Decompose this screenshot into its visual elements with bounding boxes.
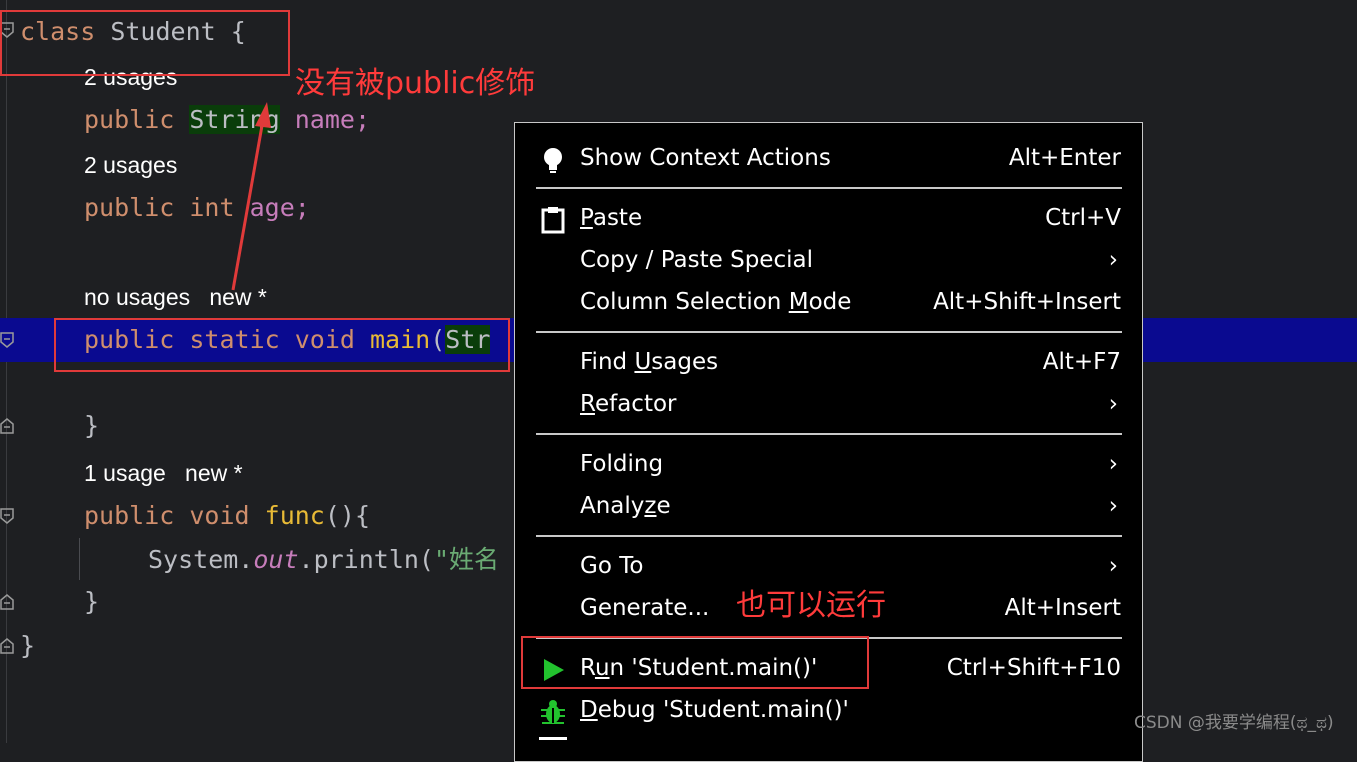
menu-item-find-usages[interactable]: Find Usages Alt+F7 [515, 343, 1142, 385]
menu-item-shortcut: Alt+Shift+Insert [933, 289, 1121, 315]
method-name: func [264, 501, 325, 530]
keyword: public [84, 193, 175, 222]
indent-guide [79, 538, 80, 580]
fold-end-icon[interactable] [0, 594, 14, 610]
annotation-box-run [521, 636, 869, 689]
code-line-close-main[interactable]: } [84, 404, 99, 448]
fold-marker-icon[interactable] [0, 508, 14, 524]
lightbulb-icon [539, 146, 567, 174]
menu-item-label: Copy / Paste Special [580, 247, 813, 273]
debug-bug-icon [539, 698, 567, 726]
menu-separator [536, 187, 1122, 189]
menu-item-shortcut: Ctrl+Shift+F10 [946, 655, 1121, 681]
menu-separator [536, 433, 1122, 435]
annotation-arrow [231, 102, 271, 291]
keyword: public void [84, 501, 250, 530]
string-literal: "姓名 [433, 545, 500, 574]
menu-item-label: Go To [580, 553, 644, 579]
menu-item-label: Debug 'Student.main()' [580, 697, 849, 723]
watermark: CSDN @我要学编程(ಥ_ಥ) [1134, 713, 1334, 733]
menu-item-label: Find Usages [580, 349, 719, 375]
menu-item-shortcut: Alt+Enter [1008, 145, 1121, 171]
menu-item-shortcut: Ctrl+V [1045, 205, 1121, 231]
menu-separator [536, 535, 1122, 537]
submenu-chevron-icon: › [1108, 247, 1118, 273]
code-line-func[interactable]: public void func(){ [84, 494, 370, 538]
paren: (){ [324, 501, 371, 530]
menu-item-label: Refactor [580, 391, 677, 417]
usages-hint[interactable]: 2 usages [84, 150, 177, 180]
code-text: .println( [298, 545, 434, 574]
menu-item-folding[interactable]: Folding › [515, 445, 1142, 487]
fold-end-icon[interactable] [0, 418, 14, 434]
menu-item-column-selection-mode[interactable]: Column Selection Mode Alt+Shift+Insert [515, 283, 1142, 325]
menu-item-label: Folding [580, 451, 664, 477]
fold-end-icon[interactable] [0, 638, 14, 654]
fold-marker-icon[interactable] [0, 332, 14, 348]
submenu-chevron-icon: › [1108, 391, 1118, 417]
code-text: System. [148, 545, 254, 574]
usages-text: no usages [84, 284, 191, 310]
menu-item-copy-paste-special[interactable]: Copy / Paste Special › [515, 241, 1142, 283]
annotation-note-public: 没有被public修饰 [295, 66, 536, 101]
author-hint: new * [185, 460, 243, 486]
submenu-chevron-icon: › [1108, 493, 1118, 519]
menu-item-debug-main[interactable]: Debug 'Student.main()' [515, 691, 1142, 733]
code-line-println[interactable]: System.out.println("姓名 [148, 538, 499, 582]
annotation-box-class [0, 10, 290, 76]
menu-item-shortcut: Alt+Insert [1004, 595, 1121, 621]
menu-next-item-icon [539, 737, 567, 750]
menu-item-label: Column Selection Mode [580, 289, 852, 315]
menu-item-refactor[interactable]: Refactor › [515, 385, 1142, 427]
menu-item-analyze[interactable]: Analyze › [515, 487, 1142, 529]
code-line-field-age[interactable]: public int age; [84, 186, 310, 230]
menu-item-paste[interactable]: Paste Ctrl+V [515, 199, 1142, 241]
menu-item-shortcut: Alt+F7 [1042, 349, 1121, 375]
menu-item-show-context-actions[interactable]: Show Context Actions Alt+Enter [515, 139, 1142, 181]
code-line-close-func[interactable]: } [84, 580, 99, 624]
menu-item-label: Show Context Actions [580, 145, 831, 171]
submenu-chevron-icon: › [1108, 451, 1118, 477]
menu-separator [536, 331, 1122, 333]
menu-item-label: Generate... [580, 595, 710, 621]
static-field: out [253, 545, 299, 574]
field-name: name; [294, 105, 371, 134]
keyword: public [84, 105, 175, 134]
menu-item-label: Paste [580, 205, 643, 231]
submenu-chevron-icon: › [1108, 553, 1118, 579]
code-line-close-class[interactable]: } [20, 624, 35, 668]
gutter [6, 0, 7, 743]
annotation-note-run: 也可以运行 [736, 588, 886, 623]
usages-hint[interactable]: 1 usage new * [84, 458, 243, 488]
menu-item-label: Analyze [580, 493, 671, 519]
usages-text: 1 usage [84, 460, 166, 486]
annotation-box-main [54, 318, 510, 372]
clipboard-icon [539, 206, 567, 234]
